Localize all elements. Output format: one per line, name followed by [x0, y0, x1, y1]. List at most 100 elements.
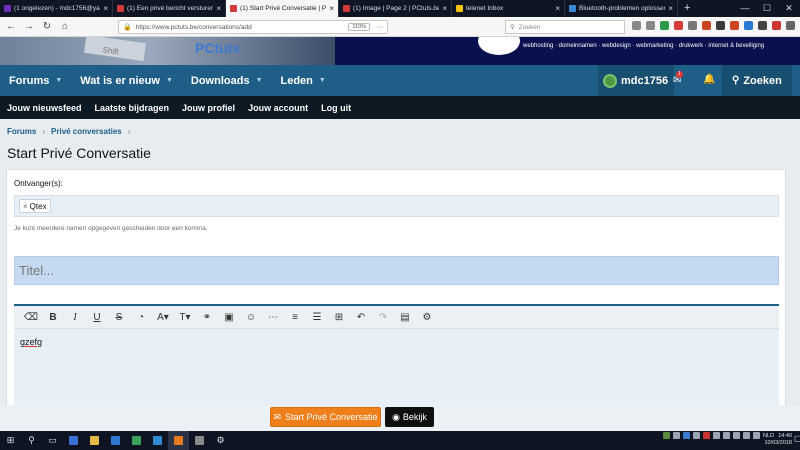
search-button[interactable]: ⚲ Zoeken: [722, 65, 792, 96]
extension-icon[interactable]: [660, 21, 669, 30]
pocket-icon[interactable]: [674, 21, 683, 30]
undo-icon[interactable]: ↶: [350, 312, 372, 323]
tab-close-icon[interactable]: ×: [442, 4, 447, 13]
browser-tab[interactable]: (1) Image | Page 2 | PCtuts.be ×: [339, 0, 452, 17]
preview-button[interactable]: ◉ Bekijk: [385, 407, 434, 427]
extension-icon[interactable]: [772, 21, 781, 30]
title-input[interactable]: [14, 256, 779, 285]
start-button-icon[interactable]: ⊞: [0, 431, 21, 450]
library-icon[interactable]: [632, 21, 641, 30]
recipient-token[interactable]: × Qtex: [19, 199, 51, 213]
extension-icon[interactable]: [758, 21, 767, 30]
home-icon[interactable]: ⌂: [58, 21, 72, 32]
brand-logo-text[interactable]: PCtuts: [195, 40, 240, 56]
browser-tab[interactable]: (1) Een privé bericht versturen ×: [113, 0, 226, 17]
font-family-icon[interactable]: A▾: [152, 312, 174, 323]
taskbar-clock[interactable]: 14:40 10/03/2018: [764, 433, 792, 447]
tab-close-icon[interactable]: ×: [329, 4, 334, 13]
forward-arrow-icon[interactable]: →: [22, 21, 36, 32]
more-options-icon[interactable]: ⋯: [262, 312, 284, 323]
smiley-icon[interactable]: ☺: [240, 312, 262, 323]
chevron-up-icon[interactable]: [732, 432, 740, 439]
tray-app-icon[interactable]: [692, 432, 700, 439]
extension-icon[interactable]: [744, 21, 753, 30]
tab-close-icon[interactable]: ×: [555, 4, 560, 13]
subnav-item-latest-posts[interactable]: Laatste bijdragen: [95, 103, 170, 113]
task-view-icon[interactable]: ▭: [42, 431, 63, 450]
store-icon[interactable]: [63, 431, 84, 450]
back-arrow-icon[interactable]: ←: [4, 21, 18, 32]
user-menu[interactable]: mdc1756: [598, 65, 675, 96]
browser-tab[interactable]: (1 ongelezen) - mdc1756@yahoo.×: [0, 0, 113, 17]
mail-app-icon[interactable]: [189, 431, 210, 450]
font-size-icon[interactable]: T▾: [174, 312, 196, 323]
settings-gear-icon[interactable]: ⚙: [210, 431, 231, 450]
save-draft-icon[interactable]: ▤: [394, 312, 416, 323]
settings-gear-icon[interactable]: ⚙: [416, 312, 438, 323]
breadcrumb-conversations[interactable]: Privé conversaties: [51, 127, 122, 136]
link-icon[interactable]: ⚭: [196, 312, 218, 323]
search-bar[interactable]: ⚲ Zoeken: [505, 20, 625, 34]
tab-close-icon[interactable]: ×: [668, 4, 673, 13]
align-icon[interactable]: ≡: [284, 312, 306, 323]
editor-content[interactable]: gzefg: [14, 329, 779, 355]
extension-icon[interactable]: [688, 21, 697, 30]
tray-app-icon[interactable]: [682, 432, 690, 439]
extension-icon[interactable]: [716, 21, 725, 30]
chrome-icon[interactable]: [126, 431, 147, 450]
maximize-button[interactable]: ☐: [756, 0, 778, 17]
recipients-input[interactable]: × Qtex: [14, 195, 779, 217]
tray-app-icon[interactable]: [702, 432, 710, 439]
page-actions-icon[interactable]: ···: [376, 24, 383, 31]
search-icon[interactable]: ⚲: [21, 431, 42, 450]
tab-close-icon[interactable]: ×: [216, 4, 221, 13]
menu-icon[interactable]: [786, 21, 795, 30]
browser-tab[interactable]: Bluetooth-problemen oplossen ×: [565, 0, 678, 17]
text-color-icon[interactable]: ◔: [130, 312, 152, 323]
url-bar[interactable]: 🔒 https://www.pctuts.be/conversations/ad…: [118, 20, 388, 34]
remove-recipient-icon[interactable]: ×: [23, 202, 28, 211]
file-explorer-icon[interactable]: [84, 431, 105, 450]
browser-tab[interactable]: telenet Inbox ×: [452, 0, 565, 17]
image-icon[interactable]: ▣: [218, 312, 240, 323]
nav-item-whats-new[interactable]: Wat is er nieuw ▼: [71, 75, 182, 87]
sidebar-icon[interactable]: [646, 21, 655, 30]
network-icon[interactable]: [742, 432, 750, 439]
chevron-down-icon[interactable]: ▼: [256, 77, 263, 84]
chevron-down-icon[interactable]: ▼: [166, 77, 173, 84]
clear-format-icon[interactable]: ⌫: [20, 312, 42, 323]
browser-tab-active[interactable]: (1) Start Privé Conversatie | PC-H×: [226, 0, 339, 17]
underline-icon[interactable]: U: [86, 312, 108, 323]
subnav-item-newsfeed[interactable]: Jouw nieuwsfeed: [7, 103, 82, 113]
tray-app-icon[interactable]: [672, 432, 680, 439]
list-icon[interactable]: ☰: [306, 312, 328, 323]
subnav-item-account[interactable]: Jouw account: [248, 103, 308, 113]
subnav-item-logout[interactable]: Log uit: [321, 103, 351, 113]
nav-item-members[interactable]: Leden ▼: [272, 75, 335, 87]
tray-app-icon[interactable]: [662, 432, 670, 439]
extension-icon[interactable]: [730, 21, 739, 30]
extension-icon[interactable]: [702, 21, 711, 30]
sponsor-logo[interactable]: [478, 37, 520, 55]
bell-icon[interactable]: 🔔: [703, 74, 715, 85]
chevron-down-icon[interactable]: ▼: [319, 77, 326, 84]
redo-icon[interactable]: ↷: [372, 312, 394, 323]
tab-close-icon[interactable]: ×: [103, 4, 108, 13]
minimize-button[interactable]: —: [734, 0, 756, 17]
italic-icon[interactable]: I: [64, 312, 86, 323]
close-window-button[interactable]: ✕: [778, 0, 800, 17]
edge-icon[interactable]: [105, 431, 126, 450]
strikethrough-icon[interactable]: S: [108, 312, 130, 323]
reload-icon[interactable]: ↻: [40, 21, 54, 32]
photos-icon[interactable]: [147, 431, 168, 450]
nav-item-downloads[interactable]: Downloads ▼: [182, 75, 272, 87]
firefox-icon[interactable]: [168, 431, 189, 450]
bold-icon[interactable]: B: [42, 312, 64, 323]
subnav-item-profile[interactable]: Jouw profiel: [182, 103, 235, 113]
zoom-indicator[interactable]: 110%: [348, 23, 370, 31]
new-tab-button[interactable]: +: [678, 0, 696, 17]
nav-item-forums[interactable]: Forums ▼: [0, 75, 71, 87]
volume-icon[interactable]: [752, 432, 760, 439]
tray-app-icon[interactable]: [722, 432, 730, 439]
start-conversation-button[interactable]: ✉ Start Privé Conversatie: [270, 407, 381, 427]
